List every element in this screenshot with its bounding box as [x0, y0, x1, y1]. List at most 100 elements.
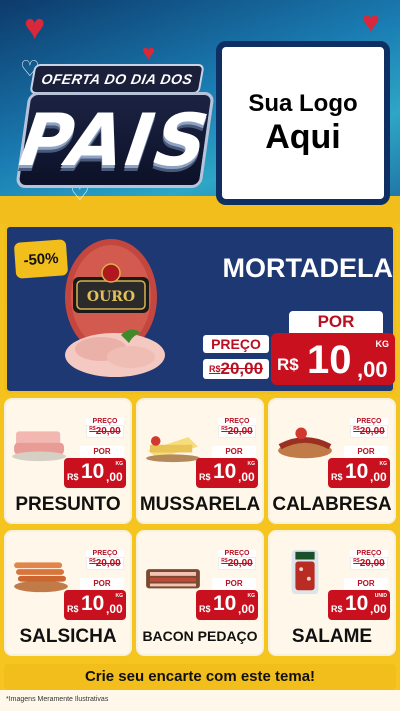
footer: *Imagens Meramente Ilustrativas — [0, 690, 400, 711]
product-name: SALSICHA — [19, 626, 117, 647]
logo-line-2: Aqui — [265, 117, 341, 156]
new-price-label: POR — [344, 578, 388, 590]
new-price-decimal: ,00 — [106, 470, 123, 484]
new-price-currency: R$ — [67, 604, 79, 614]
price-unit: UNID — [374, 593, 387, 599]
new-price-integer: 10 — [345, 460, 369, 483]
new-price: R$ 10,00 UNID — [328, 590, 390, 620]
new-price-label: POR — [212, 446, 256, 458]
new-price-currency: R$ — [199, 472, 211, 482]
new-price: R$ 10,00 KG — [196, 590, 258, 620]
old-price-value: R$20,00 — [218, 557, 256, 570]
product-image — [12, 431, 66, 462]
new-price-integer: 10 — [213, 592, 237, 615]
product-card[interactable]: PREÇO R$20,00 POR R$ 10,00 KG CALABRESA — [268, 398, 396, 524]
featured-new-price: R$ 10 ,00 KG — [271, 333, 395, 385]
logo-placeholder[interactable]: Sua Logo Aqui — [216, 41, 390, 205]
old-price-value: R$20,00 — [203, 359, 269, 379]
new-price-label: POR — [80, 578, 124, 590]
new-price-integer: 10 — [81, 460, 105, 483]
price-unit: KG — [247, 461, 256, 467]
new-price-currency: R$ — [331, 604, 343, 614]
mortadela-image: OURO — [65, 239, 165, 377]
old-price: PREÇO R$20,00 — [218, 418, 256, 438]
old-price-label: PREÇO — [86, 550, 124, 557]
old-price: PREÇO R$20,00 — [86, 418, 124, 438]
featured-product-name: MORTADELA — [222, 253, 393, 283]
old-price-currency: R$ — [208, 364, 221, 374]
brand-text: OURO — [87, 289, 135, 305]
old-price-value: R$20,00 — [350, 557, 388, 570]
featured-product-card[interactable]: OURO -50% MORTADELA PREÇO R$20,00 POR R$… — [4, 224, 396, 394]
old-price-amount: 20,00 — [95, 426, 121, 437]
product-card[interactable]: PREÇO R$20,00 POR R$ 10,00 KG PRESUNTO — [4, 398, 132, 524]
product-image — [291, 549, 319, 595]
product-image — [14, 562, 68, 593]
price-unit: KG — [375, 339, 390, 349]
product-image — [146, 569, 200, 589]
featured-old-price: PREÇO R$20,00 — [203, 335, 273, 385]
cta-banner[interactable]: Crie seu encarte com este tema! — [4, 664, 396, 690]
new-price-currency: R$ — [67, 472, 79, 482]
old-price-label: PREÇO — [203, 335, 269, 353]
product-card[interactable]: PREÇO R$20,00 POR R$ 10,00 UNID SALAME — [268, 530, 396, 656]
price-unit: KG — [247, 593, 256, 599]
old-price-amount: 20,00 — [220, 359, 264, 378]
old-price-amount: 20,00 — [95, 558, 121, 569]
product-name: SALAME — [291, 626, 373, 647]
new-price: R$ 10,00 KG — [196, 458, 258, 488]
new-price-label: POR — [289, 311, 383, 333]
new-price: R$ 10,00 KG — [64, 458, 126, 488]
new-price-currency: R$ — [199, 604, 211, 614]
old-price-amount: 20,00 — [227, 558, 253, 569]
product-image — [146, 436, 200, 463]
product-card[interactable]: PREÇO R$20,00 POR R$ 10,00 KG MUSSARELA — [136, 398, 264, 524]
title-main-text: PAIS — [14, 98, 216, 182]
old-price-amount: 20,00 — [359, 558, 385, 569]
new-price-decimal: ,00 — [238, 602, 255, 616]
old-price-label: PREÇO — [350, 550, 388, 557]
product-image — [278, 427, 332, 459]
new-price-label: POR — [212, 578, 256, 590]
new-price-integer: 10 — [213, 460, 237, 483]
new-price-integer: 10 — [307, 338, 352, 382]
new-price-label: POR — [344, 446, 388, 458]
old-price-label: PREÇO — [218, 550, 256, 557]
price-unit: KG — [115, 461, 124, 467]
new-price-integer: 10 — [345, 592, 369, 615]
old-price: PREÇO R$20,00 — [350, 418, 388, 438]
product-card[interactable]: PREÇO R$20,00 POR R$ 10,00 KG BACON PEDAÇO — [136, 530, 264, 656]
new-price: R$ 10,00 KG — [328, 458, 390, 488]
old-price-label: PREÇO — [350, 418, 388, 425]
logo-line-1: Sua Logo — [248, 89, 358, 117]
product-name: MUSSARELA — [139, 494, 261, 515]
product-name: PRESUNTO — [15, 494, 121, 515]
new-price-currency: R$ — [277, 355, 299, 374]
new-price: R$ 10,00 KG — [64, 590, 126, 620]
footnote: *Imagens Meramente Ilustrativas — [6, 696, 109, 703]
new-price-decimal: ,00 — [238, 470, 255, 484]
new-price-decimal: ,00 — [106, 602, 123, 616]
old-price-label: PREÇO — [86, 418, 124, 425]
old-price-amount: 20,00 — [227, 426, 253, 437]
product-card[interactable]: PREÇO R$20,00 POR R$ 10,00 KG SALSICHA — [4, 530, 132, 656]
title-main-frame: PAIS — [14, 92, 216, 188]
old-price-value: R$20,00 — [86, 425, 124, 438]
campaign-title: OFERTA DO DIA DOS PAIS — [8, 40, 215, 200]
old-price-value: R$20,00 — [218, 425, 256, 438]
old-price-label: PREÇO — [218, 418, 256, 425]
old-price: PREÇO R$20,00 — [218, 550, 256, 570]
new-price-decimal: ,00 — [370, 602, 387, 616]
discount-badge: -50% — [13, 239, 69, 279]
old-price-value: R$20,00 — [86, 557, 124, 570]
product-name: CALABRESA — [272, 494, 392, 515]
new-price-label: POR — [80, 446, 124, 458]
new-price-decimal: ,00 — [357, 357, 388, 382]
heart-icon: ♥ — [362, 6, 380, 39]
new-price-integer: 10 — [81, 592, 105, 615]
title-subheading: OFERTA DO DIA DOS — [29, 64, 205, 94]
new-price-decimal: ,00 — [370, 470, 387, 484]
product-name: BACON PEDAÇO — [142, 628, 258, 644]
old-price: PREÇO R$20,00 — [350, 550, 388, 570]
old-price-amount: 20,00 — [359, 426, 385, 437]
